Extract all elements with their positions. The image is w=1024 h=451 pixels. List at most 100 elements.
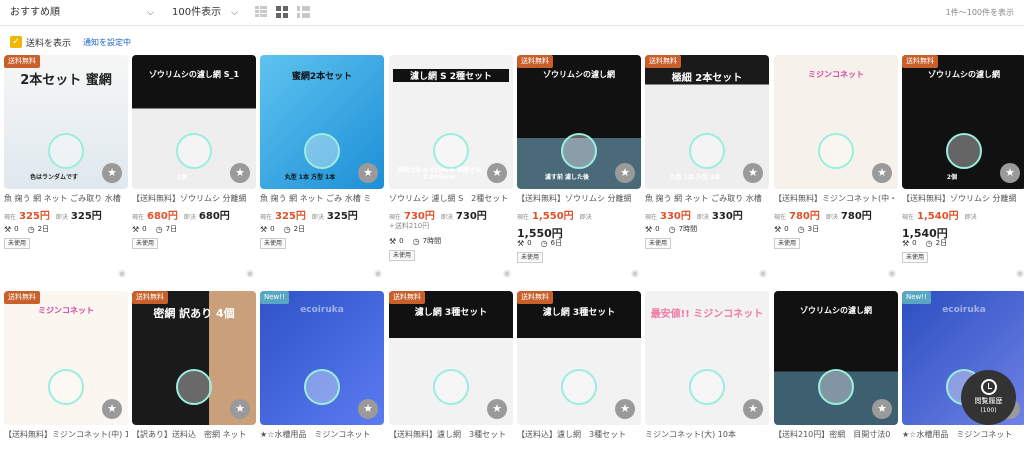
star-icon[interactable]: ★ [615, 163, 635, 183]
history-count: (100) [980, 407, 997, 414]
star-icon[interactable]: ★ [102, 163, 122, 183]
condition-badge: 未使用 [902, 252, 929, 263]
product-title[interactable]: 【送料無料】ミジンコネット(中・ [774, 193, 898, 205]
net-illustration [689, 368, 725, 405]
shipping-badge: New!! [902, 291, 931, 304]
star-icon[interactable]: ★ [743, 163, 763, 183]
product-thumbnail[interactable]: 極細 2本セット 丸型 1本 方型 1本 送料無料 ★ [645, 55, 769, 189]
product-title[interactable]: 魚 掬う 網 ネット ごみ取り 水槽 [645, 193, 769, 205]
product-thumbnail[interactable]: 濾し網 3種セット 送料無料 ★ [389, 291, 513, 425]
product-card[interactable]: 濾し網 3種セット 送料無料 ★ 【送料無料】濾し網 3種セット [389, 291, 513, 451]
show-shipping-checkbox[interactable]: ✓ [10, 36, 22, 48]
per-page-select[interactable]: 100件表示 ⌵ [172, 4, 238, 22]
product-card[interactable]: 密網 訳あり 4個 送料無料 ★ 【訳あり】送料込 密網 ネット [132, 291, 256, 451]
product-title[interactable]: 魚 掬う 網 ネット ごみ 水槽 ミ [260, 193, 384, 205]
star-icon[interactable]: ★ [358, 399, 378, 419]
product-card[interactable]: ゾウリムシの濾し網 ★ 【送料210円】密網 目開寸法0 [774, 291, 898, 451]
condition-badge: 未使用 [517, 252, 544, 263]
notify-settings-link[interactable]: 通知を設定中 [83, 37, 131, 48]
star-icon[interactable]: ★ [230, 399, 250, 419]
bid-time-row: ⚒ 0 ◷ 7日 [132, 223, 177, 235]
product-card[interactable]: ecoirukaNew!!★★☆水槽用品 ミジンコネット [260, 291, 384, 451]
current-price-label: 現在 [132, 214, 145, 221]
star-icon[interactable]: ★ [615, 399, 635, 419]
product-thumbnail[interactable]: ミジンコネット 送料無料 ★ [4, 291, 128, 425]
product-thumbnail[interactable]: ゾウリムシの濾し網 ★ [774, 291, 898, 425]
product-title[interactable]: 【送料無料】ゾウリムシ 分離網 [132, 193, 256, 205]
product-card[interactable]: ゾウリムシの濾し網 2個 送料無料 ★ 【送料無料】ゾウリムシ 分離網 現在 1,540円即… [902, 55, 1024, 281]
product-thumbnail[interactable]: 密網 訳あり 4個 送料無料 ★ [132, 291, 256, 425]
clock-icon: ◷ [925, 238, 933, 248]
product-card[interactable]: 最安値!! ミジンコネット ★ ミジンコネット(大) 10本 [645, 291, 769, 451]
product-image-caption: ゾウリムシの濾し網 [543, 70, 615, 79]
buy-now-price: 680円 [198, 211, 230, 222]
product-thumbnail[interactable]: 濾し網 S 2種セット 目開寸法 0.015mm 目開寸法 0.075mm ★ [389, 55, 513, 189]
product-title[interactable]: 魚 掬う 網 ネット ごみ取り 水槽 [4, 193, 128, 205]
product-title[interactable]: 【送料込】濾し網 3種セット [517, 429, 641, 441]
product-card[interactable]: 濾し網 3種セット 送料無料 ★ 【送料込】濾し網 3種セット [517, 291, 641, 451]
eye-icon[interactable]: ◉ [631, 269, 639, 279]
eye-icon[interactable]: ◉ [246, 269, 254, 279]
bid-time-row: ⚒ 0 ◷ 6日 [517, 237, 562, 249]
product-card[interactable]: ecoirukaNew!!★★☆水槽用品 ミジンコネット [902, 291, 1024, 451]
product-title[interactable]: ★☆水槽用品 ミジンコネット [902, 429, 1024, 441]
eye-icon[interactable]: ◉ [374, 269, 382, 279]
product-title[interactable]: 【訳あり】送料込 密網 ネット [132, 429, 256, 441]
sort-select[interactable]: おすすめ順 ⌵ [10, 4, 154, 22]
product-thumbnail[interactable]: ミジンコネット ★ [774, 55, 898, 189]
star-icon[interactable]: ★ [872, 163, 892, 183]
star-icon[interactable]: ★ [1000, 163, 1020, 183]
star-icon[interactable]: ★ [102, 399, 122, 419]
product-card[interactable]: 2本セット 蜜網 色はランダムです 送料無料 ★ 魚 掬う 網 ネット ごみ取り 水槽現… [4, 55, 128, 281]
star-icon[interactable]: ★ [358, 163, 378, 183]
shipping-badge: New!! [260, 291, 289, 304]
eye-icon[interactable]: ◉ [1016, 269, 1024, 279]
list-view-icon[interactable] [255, 6, 267, 18]
product-title[interactable]: 【送料無料】ミジンコネット(中) 1 [4, 429, 128, 441]
current-price-label: 現在 [645, 214, 658, 221]
eye-icon[interactable]: ◉ [888, 269, 896, 279]
product-title[interactable]: ミジンコネット(大) 10本 [645, 429, 769, 441]
product-thumbnail[interactable]: ecoiruka New!! ★ [260, 291, 384, 425]
product-thumbnail[interactable]: ゾウリムシの濾し網 濾す前 濾した後 送料無料 ★ [517, 55, 641, 189]
star-icon[interactable]: ★ [487, 163, 507, 183]
product-title[interactable]: ゾウリムシ 濾し網 S 2種セット [389, 193, 513, 205]
eye-icon[interactable]: ◉ [503, 269, 511, 279]
net-illustration [304, 132, 340, 169]
gavel-icon: ⚒ [774, 224, 782, 234]
history-button[interactable]: 閲覧履歴 (100) [961, 370, 1016, 425]
time-left: 2日 [293, 225, 306, 233]
product-card[interactable]: ミジンコネット 送料無料 ★ 【送料無料】ミジンコネット(中) 1 [4, 291, 128, 451]
product-card[interactable]: 濾し網 S 2種セット 目開寸法 0.015mm 目開寸法 0.075mm ★ ゾウリ… [389, 55, 513, 281]
product-thumbnail[interactable]: ゾウリムシの濾し網 S_1 1個 ★ [132, 55, 256, 189]
product-thumbnail[interactable]: 2本セット 蜜網 色はランダムです 送料無料 ★ [4, 55, 128, 189]
star-icon[interactable]: ★ [872, 399, 892, 419]
product-title[interactable]: ★☆水槽用品 ミジンコネット [260, 429, 384, 441]
product-thumbnail[interactable]: 最安値!! ミジンコネット ★ [645, 291, 769, 425]
eye-icon[interactable]: ◉ [759, 269, 767, 279]
product-thumbnail[interactable]: 蜜網2本セット 丸型 1本 方型 1本 ★ [260, 55, 384, 189]
star-icon[interactable]: ★ [487, 399, 507, 419]
price-row: 現在 680円 即決 680円 [132, 207, 256, 222]
product-thumbnail[interactable]: ゾウリムシの濾し網 2個 送料無料 ★ [902, 55, 1024, 189]
product-image-caption: ミジンコネット [808, 70, 864, 79]
eye-icon[interactable]: ◉ [118, 269, 126, 279]
product-card[interactable]: ミジンコネット ★ 【送料無料】ミジンコネット(中・ 現在 780円 即決 780円 ⚒ 0 ◷ 3… [774, 55, 898, 281]
product-title[interactable]: 【送料無料】濾し網 3種セット [389, 429, 513, 441]
product-title[interactable]: 【送料無料】ゾウリムシ 分離網 [517, 193, 641, 205]
clock-icon: ◷ [668, 224, 676, 234]
star-icon[interactable]: ★ [230, 163, 250, 183]
product-thumbnail[interactable]: 濾し網 3種セット 送料無料 ★ [517, 291, 641, 425]
product-title[interactable]: 【送料210円】密網 目開寸法0 [774, 429, 898, 441]
product-card[interactable]: ゾウリムシの濾し網 濾す前 濾した後 送料無料 ★ 【送料無料】ゾウリムシ 分離網 現在 1… [517, 55, 641, 281]
buy-now-label: 即決 [55, 214, 68, 221]
product-title[interactable]: 【送料無料】ゾウリムシ 分離網 [902, 193, 1024, 205]
star-icon[interactable]: ★ [743, 399, 763, 419]
product-card[interactable]: 極細 2本セット 丸型 1本 方型 1本 送料無料 ★ 魚 掬う 網 ネット ごみ取り … [645, 55, 769, 281]
grid-view-icon[interactable] [276, 6, 288, 18]
product-card[interactable]: 蜜網2本セット 丸型 1本 方型 1本 ★ 魚 掬う 網 ネット ごみ 水槽 ミ現在 3… [260, 55, 384, 281]
buy-now-label: 即決 [825, 214, 838, 221]
product-image-caption: ゾウリムシの濾し網 [800, 306, 872, 315]
product-card[interactable]: ゾウリムシの濾し網 S_1 1個 ★ 【送料無料】ゾウリムシ 分離網 現在 680円 即決 6… [132, 55, 256, 281]
tile-view-icon[interactable] [297, 6, 310, 18]
